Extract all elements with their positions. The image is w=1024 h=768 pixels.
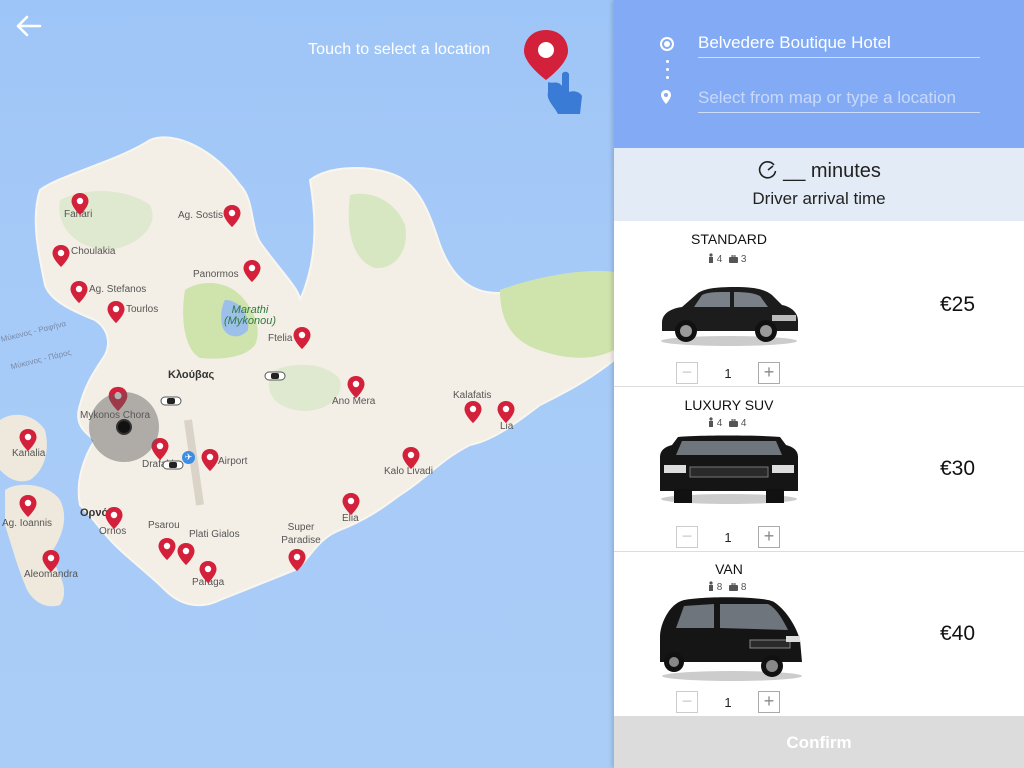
map-view[interactable]: Touch to select a location Fanari Ag. So… (0, 0, 614, 768)
passenger-icon (708, 581, 714, 594)
luggage-count: 8 (740, 582, 747, 593)
place-label: Airport (218, 456, 248, 467)
vehicle-name: VAN (715, 561, 743, 577)
destination-pin-icon (660, 89, 672, 105)
car-image-luxury-suv (654, 433, 804, 510)
car-image-standard (654, 281, 804, 352)
location-pin-icon[interactable] (106, 300, 126, 324)
increase-button[interactable]: + (758, 362, 780, 384)
car-image-van (654, 596, 806, 687)
location-pin-icon[interactable] (157, 537, 177, 561)
vehicle-capacity: 4 4 (708, 417, 746, 430)
quantity-stepper: − 1 + (676, 362, 782, 384)
location-pin-icon[interactable] (200, 448, 220, 472)
location-pin-icon[interactable] (198, 560, 218, 584)
location-pin-icon[interactable] (41, 549, 61, 573)
passenger-count: 4 (716, 418, 723, 429)
passenger-count: 8 (716, 582, 723, 593)
timer-icon (758, 161, 777, 179)
place-label: Panormos (193, 269, 239, 280)
quantity-value: 1 (724, 695, 732, 710)
back-arrow-icon[interactable] (14, 12, 44, 40)
vehicle-price: €30 (940, 457, 976, 480)
place-label: Plati Gialos (189, 529, 240, 540)
route-dots (666, 60, 669, 84)
place-label: Ag. Stefanos (89, 284, 147, 295)
location-pin-icon[interactable] (176, 542, 196, 566)
place-label: Κλούβας (168, 369, 215, 381)
car-icon (264, 368, 286, 381)
place-label: Psarou (148, 520, 180, 531)
location-pin-icon[interactable] (463, 400, 483, 424)
location-pin-icon[interactable] (401, 446, 421, 470)
origin-field[interactable]: Belvedere Boutique Hotel (698, 32, 980, 58)
map-hint-text: Touch to select a location (308, 41, 491, 58)
luggage-icon (729, 254, 739, 266)
luggage-count: 3 (740, 254, 747, 265)
decrease-button[interactable]: − (676, 526, 698, 548)
current-location-icon (116, 419, 132, 435)
location-pin-icon[interactable] (18, 494, 38, 518)
location-pin-icon[interactable] (104, 506, 124, 530)
eta-minutes: __ minutes (614, 160, 1024, 183)
car-icon (162, 457, 184, 470)
vehicle-name: STANDARD (691, 231, 767, 247)
luggage-count: 4 (740, 418, 747, 429)
origin-icon (660, 37, 674, 51)
decrease-button[interactable]: − (676, 362, 698, 384)
car-icon (160, 393, 182, 406)
location-pin-icon[interactable] (287, 548, 307, 572)
location-pin-icon[interactable] (242, 259, 262, 283)
place-label: Marathi (Mykonou) (224, 304, 276, 327)
luggage-icon (729, 418, 739, 430)
passenger-icon (708, 253, 714, 266)
luggage-icon (729, 582, 739, 594)
eta-banner: __ minutes Driver arrival time (614, 148, 1024, 221)
vehicle-name: LUXURY SUV (684, 397, 774, 413)
location-pin-icon[interactable] (292, 326, 312, 350)
destination-field[interactable]: Select from map or type a location (698, 87, 980, 113)
vehicle-option-standard[interactable]: STANDARD 4 3 €25 − 1 + (614, 221, 1024, 387)
quantity-value: 1 (724, 530, 732, 545)
eta-subtitle: Driver arrival time (752, 189, 886, 208)
passenger-icon (708, 417, 714, 430)
confirm-button[interactable]: Confirm (614, 716, 1024, 768)
place-label: Choulakia (71, 246, 116, 257)
increase-button[interactable]: + (758, 691, 780, 713)
location-pin-icon[interactable] (341, 492, 361, 516)
vehicle-option-luxury-suv[interactable]: LUXURY SUV 4 4 €30 − 1 + (614, 387, 1024, 552)
decrease-button[interactable]: − (676, 691, 698, 713)
location-pin-icon[interactable] (69, 280, 89, 304)
route-header: Belvedere Boutique Hotel Select from map… (614, 0, 1024, 148)
touch-pin-icon (522, 26, 586, 118)
location-pin-icon[interactable] (51, 244, 71, 268)
quantity-value: 1 (724, 366, 732, 381)
increase-button[interactable]: + (758, 526, 780, 548)
location-pin-icon[interactable] (18, 428, 38, 452)
location-pin-icon[interactable] (346, 375, 366, 399)
booking-panel: Belvedere Boutique Hotel Select from map… (614, 0, 1024, 768)
place-label: Ag. Ioannis (2, 518, 53, 529)
place-label: Ftelia (268, 333, 293, 344)
quantity-stepper: − 1 + (676, 526, 782, 548)
eta-minutes-text: __ minutes (783, 160, 881, 182)
place-label: Ag. Sostis (178, 210, 224, 221)
location-pin-icon[interactable] (70, 192, 90, 216)
location-pin-icon[interactable] (496, 400, 516, 424)
place-label: Super Paradise (281, 522, 321, 546)
location-pin-icon[interactable] (222, 204, 242, 228)
vehicle-capacity: 8 8 (708, 581, 746, 594)
vehicle-option-van[interactable]: VAN 8 8 €40 − 1 + (614, 552, 1024, 716)
vehicle-price: €25 (940, 293, 976, 316)
passenger-count: 4 (716, 254, 723, 265)
place-label: Tourlos (126, 304, 159, 315)
quantity-stepper: − 1 + (676, 691, 782, 713)
vehicle-capacity: 4 3 (708, 253, 746, 266)
vehicle-price: €40 (940, 622, 976, 645)
